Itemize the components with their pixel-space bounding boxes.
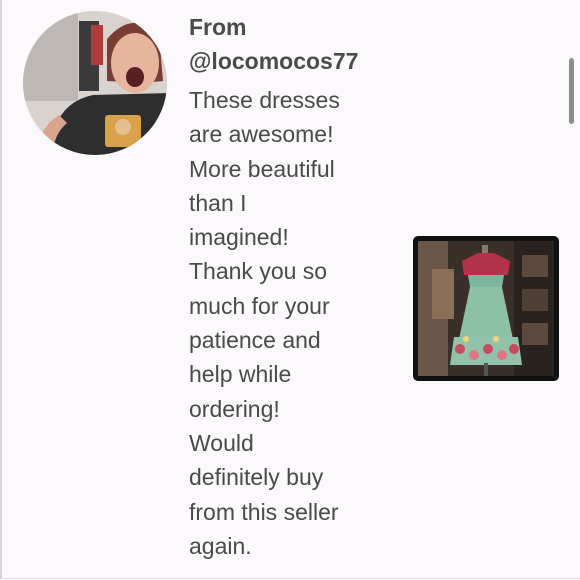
reviewer-heading: From @locomocos77 [189,10,399,78]
review-photo[interactable] [413,236,559,381]
review-card: From @locomocos77 These dresses are awes… [0,0,580,579]
scrollbar-thumb[interactable] [569,58,574,124]
review-line: imagined! [189,224,289,251]
review-line: from this seller [189,498,339,525]
review-line: definitely buy [189,464,324,491]
reviewer-avatar[interactable] [23,11,167,155]
review-line: again. [189,532,252,559]
review-line: Thank you so [189,258,328,285]
from-label: From [189,14,247,40]
review-line: ordering! [189,395,280,422]
reviewer-username[interactable]: @locomocos77 [189,44,399,78]
review-line: are awesome! [189,121,334,148]
review-line: much for your [189,292,330,319]
review-line: patience and [189,327,321,354]
review-line: More beautiful [189,155,335,182]
review-line: than I [189,189,247,216]
review-line: Would [189,429,254,456]
review-line: help while [189,361,292,388]
review-line: These dresses [189,87,340,113]
review-text: These dresses are awesome! More beautifu… [189,83,389,563]
